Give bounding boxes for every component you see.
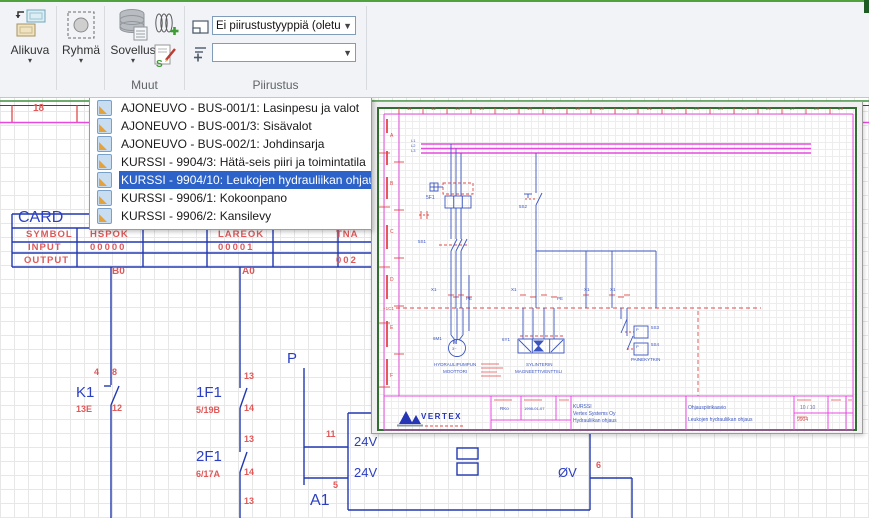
- ryhma-button[interactable]: Ryhmä ▾: [60, 5, 102, 65]
- symbol-combobox[interactable]: ▼: [212, 43, 356, 62]
- drawing-list-item-label: AJONEUVO - BUS-001/3: Sisävalot: [119, 117, 371, 135]
- group-separator: [366, 6, 367, 90]
- sheet-icon: [192, 20, 210, 35]
- ribbon-toolbar: Alikuva ▾ Ryhmä ▾ Sovellus: [0, 0, 869, 98]
- preview-schematic: [377, 107, 858, 432]
- lines-plus-icon: [192, 46, 210, 62]
- drawing-list-item[interactable]: KURSSI - 9906/2: Kansilevy: [90, 207, 371, 225]
- application-database-icon: [117, 7, 149, 43]
- group-select-icon: [66, 7, 96, 43]
- drawing-list-item-label: AJONEUVO - BUS-001/1: Lasinpesu ja valot: [119, 99, 371, 117]
- vertex-cad-app: Alikuva ▾ Ryhmä ▾ Sovellus: [0, 0, 869, 518]
- drawing-document-icon: [97, 208, 112, 224]
- chevron-down-icon: ▼: [343, 21, 352, 31]
- drawing-list-item[interactable]: AJONEUVO - BUS-001/1: Lasinpesu ja valot: [90, 99, 371, 117]
- alikuva-button[interactable]: Alikuva ▾: [4, 5, 56, 65]
- drawing-document-icon: [97, 100, 112, 116]
- chevron-down-icon: ▾: [4, 57, 56, 65]
- drawing-type-button[interactable]: [192, 20, 210, 40]
- drawing-list-item-selected[interactable]: KURSSI - 9904/10: Leukojen hydrauliikan …: [90, 171, 371, 189]
- drawing-list-item-label: KURSSI - 9904/3: Hätä-seis piiri ja toim…: [119, 153, 371, 171]
- drawing-type-value: Ei piirustustyyppiä (oletu: [216, 20, 341, 32]
- drawing-document-icon: [97, 172, 112, 188]
- drawing-list-item[interactable]: AJONEUVO - BUS-002/1: Johdinsarja: [90, 135, 371, 153]
- svg-text:S: S: [156, 59, 163, 69]
- drawing-document-icon: [97, 118, 112, 134]
- drawing-document-icon: [97, 136, 112, 152]
- group-separator: [56, 6, 57, 90]
- binder-add-icon: [152, 10, 179, 37]
- symbol-lines-button[interactable]: [192, 46, 210, 67]
- drawing-list-item-label: KURSSI - 9904/10: Leukojen hydrauliikan …: [119, 171, 371, 189]
- drawing-list-dropdown: AJONEUVO - BUS-001/1: Lasinpesu ja valot…: [89, 97, 372, 230]
- drawing-list-item[interactable]: KURSSI - 9906/1: Kokoonpano: [90, 189, 371, 207]
- chevron-down-icon: ▾: [60, 57, 102, 65]
- chevron-down-icon: ▾: [108, 57, 158, 65]
- drawing-list-item-label: AJONEUVO - BUS-002/1: Johdinsarja: [119, 135, 371, 153]
- drawing-type-combobox[interactable]: Ei piirustustyyppiä (oletu ▼: [212, 16, 356, 35]
- sovellus-button[interactable]: Sovellus ▾: [108, 5, 158, 65]
- drawing-list-item[interactable]: AJONEUVO - BUS-001/3: Sisävalot: [90, 117, 371, 135]
- vertex-logo-icon: [399, 411, 413, 424]
- drawing-document-icon: [97, 154, 112, 170]
- subpicture-icon: [13, 7, 47, 43]
- drawing-list-item-label: KURSSI - 9906/1: Kokoonpano: [119, 189, 371, 207]
- chevron-down-icon: ▼: [343, 48, 352, 58]
- drawing-preview-window: [371, 101, 863, 434]
- drawing-list-item[interactable]: KURSSI - 9904/3: Hätä-seis piiri ja toim…: [90, 153, 371, 171]
- drawing-list-item-label: KURSSI - 9906/2: Kansilevy: [119, 207, 371, 225]
- form-pencil-icon: S: [152, 43, 178, 69]
- group-label-piirustus: Piirustus: [185, 78, 366, 92]
- window-accent-line: [0, 0, 869, 2]
- add-binder-button[interactable]: [152, 10, 179, 42]
- group-label-muut: Muut: [105, 78, 184, 92]
- edit-form-button[interactable]: S: [152, 43, 178, 74]
- drawing-document-icon: [97, 190, 112, 206]
- preview-sheet: [377, 107, 858, 432]
- window-corner: [864, 0, 869, 13]
